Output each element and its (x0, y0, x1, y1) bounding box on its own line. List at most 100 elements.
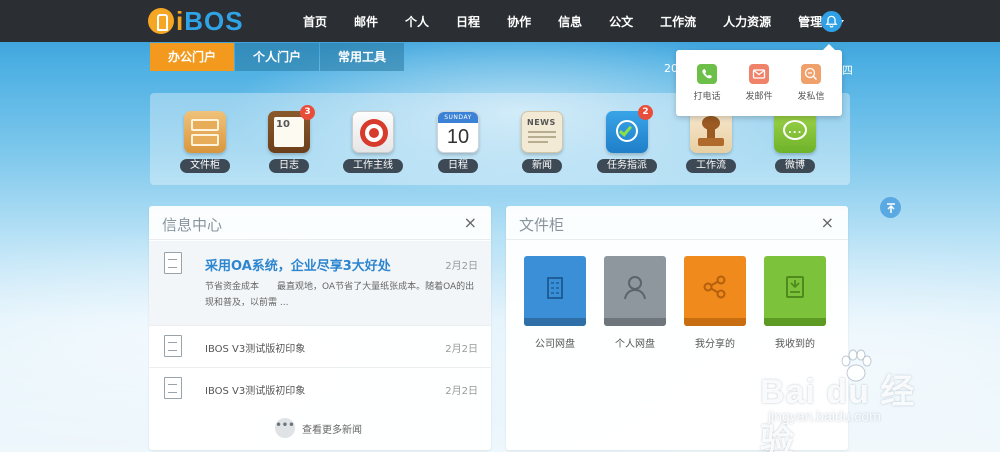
date-text-right: 四 (842, 64, 853, 77)
diary-page-number: 10 (276, 119, 290, 130)
app-schedule[interactable]: SUNDAY 10 日程 (428, 111, 488, 173)
calendar-weekday: SUNDAY (438, 112, 478, 123)
back-to-top-button[interactable] (880, 197, 901, 218)
bell-icon[interactable] (821, 11, 842, 32)
chat-bubble-icon: ... (774, 111, 816, 153)
app-label: 工作流 (686, 159, 736, 173)
app-file-cabinet[interactable]: 文件柜 (175, 111, 235, 173)
app-weibo[interactable]: ... 微博 (765, 111, 825, 173)
nav-info[interactable]: 信息 (558, 13, 582, 30)
target-icon (352, 111, 394, 153)
send-message-button[interactable]: 发私信 (791, 64, 831, 102)
watermark-url: jingyan.baidu.com (768, 408, 881, 424)
personal-drive[interactable]: 个人网盘 (604, 256, 666, 350)
nav-collaboration[interactable]: 协作 (507, 13, 531, 30)
document-icon (164, 335, 182, 357)
my-shared[interactable]: 我分享的 (684, 256, 746, 350)
news-icon-word: NEWS (527, 118, 556, 127)
nav-workflow[interactable]: 工作流 (660, 13, 696, 30)
tab-office-portal[interactable]: 办公门户 (150, 43, 234, 71)
news-title: IBOS V3测试版初印象 (205, 386, 306, 397)
message-icon (801, 64, 821, 84)
app-label: 微博 (775, 159, 815, 173)
document-icon (164, 252, 182, 274)
nav-hr[interactable]: 人力资源 (723, 13, 771, 30)
file-cabinet-header: 文件柜 × (506, 206, 848, 240)
mail-label: 发邮件 (745, 92, 773, 102)
app-label: 日程 (438, 159, 478, 173)
nav-official-docs[interactable]: 公文 (609, 13, 633, 30)
news-date: 2月2日 (445, 261, 478, 272)
received-icon (764, 256, 826, 326)
app-label: 日志 (269, 159, 309, 173)
person-icon (604, 256, 666, 326)
list-item[interactable]: IBOS V3测试版初印象 2月2日 (149, 325, 491, 367)
app-label: 文件柜 (180, 159, 230, 173)
app-workflow[interactable]: 工作流 (681, 111, 741, 173)
task-check-icon: 2 (606, 105, 653, 153)
ibos-logo[interactable]: iBOS (148, 6, 244, 36)
close-icon[interactable]: × (464, 213, 477, 232)
message-label: 发私信 (797, 92, 825, 102)
info-center-header: 信息中心 × (149, 206, 491, 240)
logo-wordmark: iBOS (176, 6, 244, 37)
app-label: 工作主线 (343, 159, 403, 173)
diary-icon: 10 3 (268, 105, 315, 153)
logo-letters-bos: BOS (184, 5, 244, 36)
company-drive[interactable]: 公司网盘 (524, 256, 586, 350)
app-label: 新闻 (522, 159, 562, 173)
top-navigation-bar: iBOS 首页 邮件 个人 日程 协作 信息 公文 工作流 人力资源 管理员 (0, 0, 1000, 42)
news-date: 2月2日 (445, 386, 478, 397)
more-dots-icon: ••• (275, 418, 295, 438)
phone-icon (697, 64, 717, 84)
news-title: IBOS V3测试版初印象 (205, 344, 306, 355)
mail-icon (749, 64, 769, 84)
app-diary[interactable]: 10 3 日志 (259, 105, 319, 173)
nav-personal[interactable]: 个人 (405, 13, 429, 30)
share-icon (684, 256, 746, 326)
close-icon[interactable]: × (821, 213, 834, 232)
document-icon (164, 377, 182, 399)
arrow-up-icon (886, 202, 895, 213)
my-shared-label: 我分享的 (695, 339, 735, 350)
featured-summary: 节省资金成本 最直观地，OA节省了大量纸张成本。随着OA的出现和普及，以前需 .… (205, 282, 475, 308)
featured-news[interactable]: 采用OA系统，企业尽享3大好处 2月2日 节省资金成本 最直观地，OA节省了大量… (149, 241, 491, 325)
tab-personal-portal[interactable]: 个人门户 (235, 43, 319, 71)
file-cabinet-title: 文件柜 (519, 216, 565, 234)
logo-letter-i: i (176, 5, 185, 36)
view-more-label: 查看更多新闻 (302, 424, 362, 436)
contact-popup: 打电话 发邮件 发私信 (676, 44, 842, 116)
building-icon (524, 256, 586, 326)
app-news[interactable]: NEWS 新闻 (512, 111, 572, 173)
info-center-title: 信息中心 (162, 216, 223, 234)
news-date: 2月2日 (445, 344, 478, 355)
app-label: 任务指派 (597, 159, 657, 173)
notification-badge: 3 (300, 105, 315, 120)
view-more-news-button[interactable]: ••• 查看更多新闻 (275, 418, 362, 438)
send-mail-button[interactable]: 发邮件 (739, 64, 779, 102)
app-work-mainline[interactable]: 工作主线 (343, 111, 403, 173)
tab-common-tools[interactable]: 常用工具 (320, 43, 404, 71)
app-task-assign[interactable]: 2 任务指派 (597, 105, 657, 173)
list-item[interactable]: IBOS V3测试版初印象 2月2日 (149, 367, 491, 409)
nav-home[interactable]: 首页 (303, 13, 327, 30)
call-button[interactable]: 打电话 (687, 64, 727, 102)
stamp-icon (690, 111, 732, 153)
notification-badge: 2 (638, 105, 653, 120)
calendar-icon: SUNDAY 10 (437, 111, 479, 153)
company-drive-label: 公司网盘 (535, 339, 575, 350)
baidu-jingyan-watermark: Bai du 经验 jingyan.baidu.com (748, 346, 948, 452)
lightbulb-logo-icon (148, 8, 174, 34)
info-center-card: 信息中心 × 采用OA系统，企业尽享3大好处 2月2日 节省资金成本 最直观地，… (149, 206, 491, 450)
portal-tabs: 办公门户 个人门户 常用工具 (150, 43, 405, 71)
nav-schedule[interactable]: 日程 (456, 13, 480, 30)
file-cabinet-icon (184, 111, 226, 153)
main-nav: 首页 邮件 个人 日程 协作 信息 公文 工作流 人力资源 管理员 (303, 0, 852, 42)
call-label: 打电话 (693, 92, 721, 102)
calendar-day: 10 (446, 126, 470, 148)
featured-headline[interactable]: 采用OA系统，企业尽享3大好处 (205, 255, 391, 274)
personal-drive-label: 个人网盘 (615, 339, 655, 350)
my-received[interactable]: 我收到的 (764, 256, 826, 350)
nav-mail[interactable]: 邮件 (354, 13, 378, 30)
news-icon: NEWS (521, 111, 563, 153)
